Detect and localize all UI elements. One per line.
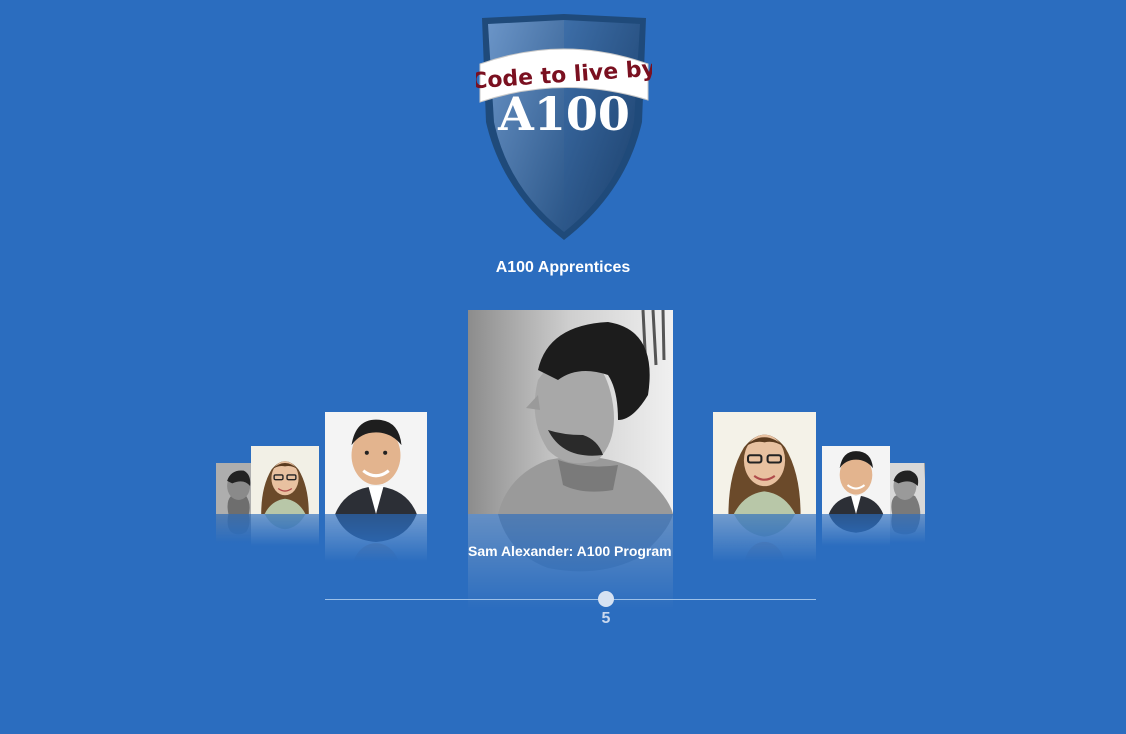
carousel-caption: Sam Alexander: A100 Program (468, 543, 672, 559)
carousel-card[interactable] (890, 463, 925, 543)
apprentice-photo (468, 310, 673, 514)
carousel-card[interactable] (713, 412, 816, 562)
carousel-card[interactable] (216, 463, 251, 543)
apprentice-photo (713, 412, 816, 514)
carousel-slider-thumb[interactable] (598, 591, 614, 607)
carousel-card[interactable] (822, 446, 890, 546)
carousel-card[interactable] (251, 446, 319, 546)
apprentice-photo (251, 446, 319, 514)
apprentice-photo (822, 446, 890, 514)
apprentice-photo (216, 463, 251, 514)
carousel-card-active[interactable] (468, 310, 673, 610)
carousel-card[interactable] (325, 412, 427, 562)
carousel-slider-track[interactable] (325, 599, 816, 600)
apprentice-photo (325, 412, 427, 514)
logo-brand: A100 (497, 87, 630, 141)
a100-logo: Code to live by A100 (476, 14, 652, 240)
page-title: A100 Apprentices (495, 259, 631, 276)
carousel-slider-value: 5 (601, 610, 611, 627)
apprentice-photo (890, 463, 925, 514)
